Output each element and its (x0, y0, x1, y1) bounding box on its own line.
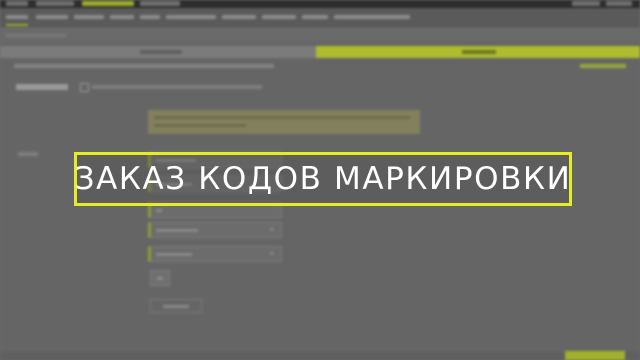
checkbox-label (92, 85, 262, 89)
alert-text-line (154, 124, 246, 127)
nav-item[interactable] (36, 15, 68, 19)
footer-bar (0, 352, 640, 360)
step-1-label (140, 50, 182, 54)
option-checkbox[interactable] (80, 83, 89, 92)
info-notice (14, 64, 274, 68)
nav-item[interactable] (222, 15, 256, 19)
top-bar-item[interactable] (140, 1, 180, 6)
nav-item[interactable] (6, 15, 28, 19)
nav-item[interactable] (110, 15, 134, 19)
field-value (156, 209, 162, 212)
notice-link[interactable] (580, 64, 626, 68)
top-bar-logo (6, 1, 28, 6)
chevron-down-icon: ▼ (268, 251, 275, 258)
main-nav (0, 8, 640, 27)
select-field-2[interactable]: ▼ (148, 246, 282, 262)
top-bar-active-item[interactable] (82, 1, 134, 6)
step-2-label (462, 50, 496, 54)
top-bar (0, 0, 640, 8)
add-button-label (157, 277, 163, 280)
warning-alert (148, 110, 420, 134)
select-value (156, 253, 192, 256)
section-label (18, 152, 38, 156)
secondary-button-label (163, 305, 189, 308)
nav-item[interactable] (74, 15, 104, 19)
breadcrumb[interactable] (6, 34, 66, 37)
top-bar-user[interactable] (572, 1, 600, 6)
top-bar-item[interactable] (36, 1, 74, 6)
nav-item[interactable] (334, 15, 410, 19)
secondary-button[interactable] (150, 299, 202, 313)
select-value (156, 229, 198, 232)
nav-item[interactable] (302, 15, 328, 19)
add-button[interactable] (150, 270, 170, 286)
select-field-1[interactable]: ▼ (148, 222, 282, 238)
footer-primary-button[interactable] (565, 351, 625, 360)
step-1[interactable] (0, 46, 316, 58)
top-bar-user[interactable] (606, 1, 632, 6)
chevron-down-icon: ▼ (268, 227, 275, 234)
page-title (16, 84, 68, 90)
nav-item[interactable] (262, 15, 296, 19)
nav-item[interactable] (140, 15, 160, 19)
step-2-active[interactable] (316, 46, 640, 58)
alert-text-line (154, 116, 410, 119)
nav-item[interactable] (166, 15, 216, 19)
nav-active-indicator (6, 24, 28, 26)
title-overlay-box: ЗАКАЗ КОДОВ МАРКИРОВКИ (74, 152, 572, 206)
overlay-title-text: ЗАКАЗ КОДОВ МАРКИРОВКИ (74, 161, 572, 197)
